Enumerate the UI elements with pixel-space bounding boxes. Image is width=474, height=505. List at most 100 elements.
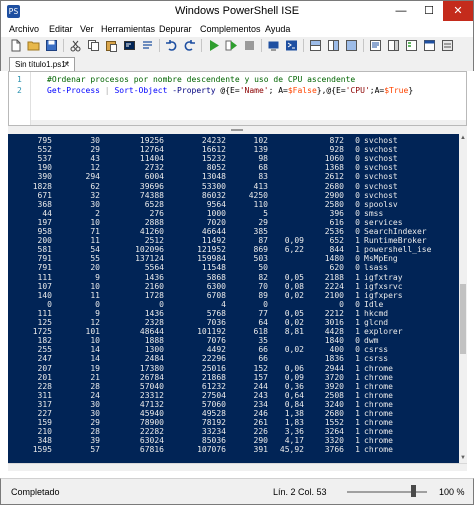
- cell-handles: 201: [37, 372, 52, 382]
- cell-npm: 10: [90, 217, 100, 227]
- code-line: #Ordenar procesos por nombre descendente…: [47, 75, 355, 84]
- console-vertical-scrollbar[interactable]: ▲ ▼: [459, 134, 467, 463]
- show-command-addon-icon[interactable]: [405, 39, 418, 52]
- cell-handles: 317: [37, 399, 52, 409]
- tab-close-icon[interactable]: ✕: [63, 58, 70, 71]
- cell-si: 1: [355, 318, 360, 327]
- cell-id: 2900: [324, 190, 344, 200]
- menu-depurar[interactable]: Depurar: [159, 24, 192, 34]
- cell-process-name: svchost: [364, 190, 398, 200]
- scroll-down-icon[interactable]: ▼: [459, 454, 467, 463]
- cell-npm: 57: [90, 445, 100, 455]
- show-command-pane-icon[interactable]: [387, 39, 400, 52]
- splitter-grip[interactable]: [231, 129, 243, 131]
- cell-ws: 1000: [206, 208, 226, 218]
- redo-icon[interactable]: [183, 39, 196, 52]
- save-icon[interactable]: [45, 39, 58, 52]
- cell-handles: 368: [37, 199, 52, 209]
- cell-id: 400: [329, 345, 344, 355]
- tab-script[interactable]: Sin título1.ps1* ✕: [9, 57, 75, 71]
- undo-icon[interactable]: [165, 39, 178, 52]
- cell-process-name: chrome: [364, 409, 393, 418]
- powershell-console-icon[interactable]: [285, 39, 298, 52]
- cell-ws: 5768: [206, 308, 226, 318]
- cell-handles: 140: [37, 290, 52, 300]
- cell-si: 0: [355, 227, 360, 236]
- remote-powershell-icon[interactable]: [267, 39, 280, 52]
- cell-pm: 23312: [139, 390, 164, 400]
- cell-vm: 66: [258, 354, 268, 364]
- cell-npm: 24: [90, 390, 100, 400]
- cell-vm: 413: [253, 181, 268, 191]
- script-editor[interactable]: 1 #Ordenar procesos por nombre descendent…: [8, 71, 467, 126]
- cell-si: 1: [355, 418, 360, 428]
- pane-layout-max-icon[interactable]: [345, 39, 358, 52]
- help-window-icon[interactable]: [423, 39, 436, 52]
- clear-console-icon[interactable]: [123, 39, 136, 52]
- zoom-slider-thumb[interactable]: [411, 485, 416, 497]
- cell-pm: 1300: [144, 345, 164, 355]
- cell-pm: 1436: [144, 308, 164, 318]
- cell-vm: 618: [253, 327, 268, 337]
- editor-horizontal-scrollbar[interactable]: [31, 120, 466, 125]
- menu-archivo[interactable]: Archivo: [9, 24, 39, 34]
- cell-handles: 537: [37, 154, 52, 164]
- status-bar: Completado Lín. 2 Col. 53 100 %: [0, 478, 474, 505]
- stop-icon[interactable]: [243, 39, 256, 52]
- cell-vm: 391: [253, 445, 268, 455]
- close-button[interactable]: ✕: [443, 1, 473, 21]
- console-pane[interactable]: 795 30 19256 24232 102 872 0 svchost 552 29 12764 1…: [8, 134, 459, 463]
- new-file-icon[interactable]: [9, 39, 22, 52]
- maximize-button[interactable]: ☐: [415, 1, 443, 21]
- pane-splitter[interactable]: [8, 126, 467, 134]
- cell-pm: 57040: [139, 381, 164, 391]
- run-selection-icon[interactable]: [225, 39, 238, 52]
- show-script-pane-icon[interactable]: [369, 39, 382, 52]
- cell-ws: 7036: [206, 318, 226, 327]
- open-folder-icon[interactable]: [27, 39, 40, 52]
- cell-process-name: chrome: [364, 418, 393, 428]
- cut-icon[interactable]: [69, 39, 82, 52]
- copy-icon[interactable]: [87, 39, 100, 52]
- cell-vm: 82: [258, 272, 268, 282]
- cell-pm: 41260: [139, 227, 164, 236]
- cell-handles: 255: [37, 345, 52, 355]
- cell-process-name: spoolsv: [364, 199, 398, 209]
- zoom-level: 100 %: [439, 487, 465, 497]
- run-script-icon[interactable]: [207, 39, 220, 52]
- cell-id: 620: [329, 263, 344, 273]
- cell-id: 2580: [324, 199, 344, 209]
- cell-cpu: 0,84: [284, 399, 304, 409]
- show-snippets-icon[interactable]: [441, 39, 454, 52]
- cell-id: 4428: [324, 327, 344, 337]
- cell-id: 1060: [324, 154, 344, 164]
- menu-ayuda[interactable]: Ayuda: [265, 24, 290, 34]
- menu-herramientas[interactable]: Herramientas: [101, 24, 155, 34]
- cell-si: 1: [355, 445, 360, 455]
- cell-handles: 159: [37, 418, 52, 428]
- cell-npm: 28: [90, 381, 100, 391]
- snippet-icon[interactable]: [141, 39, 154, 52]
- pane-layout-top-icon[interactable]: [309, 39, 322, 52]
- cell-ws: 33234: [201, 427, 226, 437]
- code-token: -Property: [167, 86, 216, 95]
- menu-ver[interactable]: Ver: [80, 24, 94, 34]
- menu-complementos[interactable]: Complementos: [200, 24, 261, 34]
- cell-si: 1: [355, 272, 360, 282]
- cell-id: 2188: [324, 272, 344, 282]
- cell-process-name: Idle: [364, 299, 384, 309]
- pane-layout-right-icon[interactable]: [327, 39, 340, 52]
- cell-npm: 30: [90, 136, 100, 145]
- cell-ws: 7076: [206, 336, 226, 346]
- cell-process-name: csrss: [364, 354, 389, 364]
- scroll-up-icon[interactable]: ▲: [459, 134, 467, 143]
- console-horizontal-scrollbar[interactable]: [8, 463, 467, 471]
- cell-handles: 958: [37, 227, 52, 236]
- cell-ws: 9564: [206, 199, 226, 209]
- cell-handles: 200: [37, 236, 52, 246]
- menu-editar[interactable]: Editar: [49, 24, 73, 34]
- paste-icon[interactable]: [105, 39, 118, 52]
- cell-pm: 2888: [144, 217, 164, 227]
- minimize-button[interactable]: —: [387, 1, 415, 21]
- scrollbar-thumb[interactable]: [460, 284, 466, 354]
